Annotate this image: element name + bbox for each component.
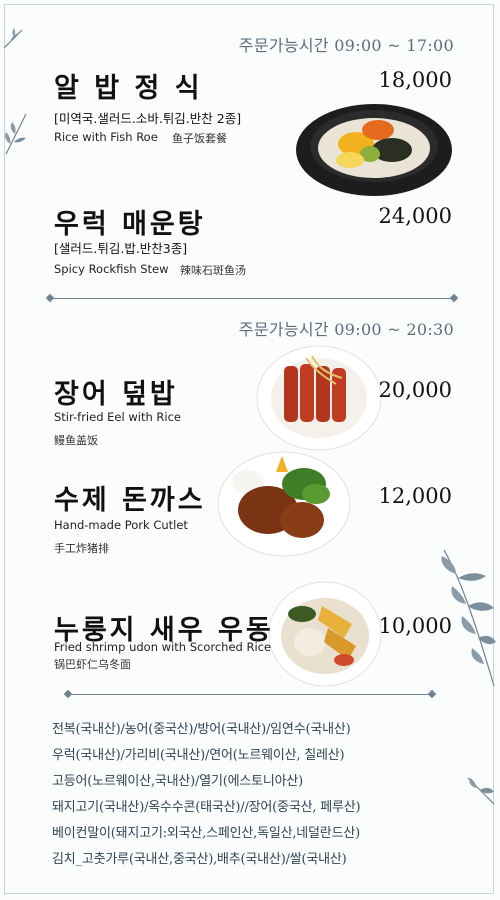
menu-item-english: Hand-made Pork Cutlet	[54, 518, 188, 532]
pork-cutlet-plate-icon	[217, 451, 351, 557]
menu-item-chinese: 辣味石斑鱼汤	[180, 264, 246, 277]
menu-item-name: 수제 돈까스	[54, 485, 206, 516]
leaf-branch-icon	[5, 113, 27, 155]
menu-item-detail: [미역국.샐러드.소바.튀김.반찬 2종]	[54, 111, 242, 126]
order-hours-section2: 주문가능시간 09:00 ~ 20:30	[238, 320, 454, 339]
menu-item-name: 우럭 매운탕	[54, 209, 206, 240]
origin-line: 고등어(노르웨이산,국내산)/열기(에스토니아산)	[52, 774, 304, 789]
menu-item-price: 20,000	[378, 378, 452, 402]
menu-item-english: Spicy Rockfish Stew	[54, 262, 169, 276]
origin-line: 돼지고기(국내산)/옥수수콘(태국산)//장어(중국산, 페루산)	[52, 800, 361, 815]
origin-line: 베이컨말이(돼지고기:외국산,스페인산,독일산,네덜란드산)	[52, 826, 360, 841]
menu-item-price: 12,000	[378, 484, 452, 508]
leaf-branch-icon	[3, 28, 23, 49]
section-divider	[50, 298, 454, 299]
menu-item-price: 18,000	[378, 68, 452, 92]
menu-item-chinese: 鱼子饭套餐	[172, 132, 227, 145]
shrimp-udon-bowl-icon	[268, 581, 382, 687]
eel-rice-bowl-icon	[256, 345, 382, 451]
origin-line: 전복(국내산)/농어(중국산)/방어(국내산)/임연수(국내산)	[52, 722, 351, 737]
menu-item-english: Fried shrimp udon with Scorched Rice	[54, 640, 272, 654]
menu-item-name: 알 밥 정 식	[54, 73, 203, 104]
menu-item-price: 10,000	[378, 614, 452, 638]
order-hours-section1: 주문가능시간 09:00 ~ 17:00	[238, 36, 454, 55]
origin-line: 우럭(국내산)/가리비(국내산)/연어(노르웨이산, 칠레산)	[52, 748, 345, 763]
menu-item-chinese: 鳗鱼盖饭	[54, 434, 98, 447]
menu-item-name: 장어 덮밥	[54, 379, 178, 410]
menu-item-english: Rice with Fish Roe	[54, 130, 158, 144]
menu-item-chinese: 锅巴虾仁乌冬面	[54, 658, 131, 671]
menu-item-chinese: 手工炸猪排	[54, 542, 109, 555]
fish-roe-rice-bowl-icon	[296, 104, 452, 196]
origin-line: 김치_고춧가루(국내산,중국산),배추(국내산)/쌀(국내산)	[52, 852, 347, 867]
section-divider	[68, 694, 432, 695]
menu-item-price: 24,000	[378, 204, 452, 228]
menu-item-detail: [샐러드.튀김.밥.반찬3종]	[54, 241, 188, 256]
leaf-branch-icon	[467, 777, 495, 805]
menu-item-english: Stir-fried Eel with Rice	[54, 410, 181, 424]
